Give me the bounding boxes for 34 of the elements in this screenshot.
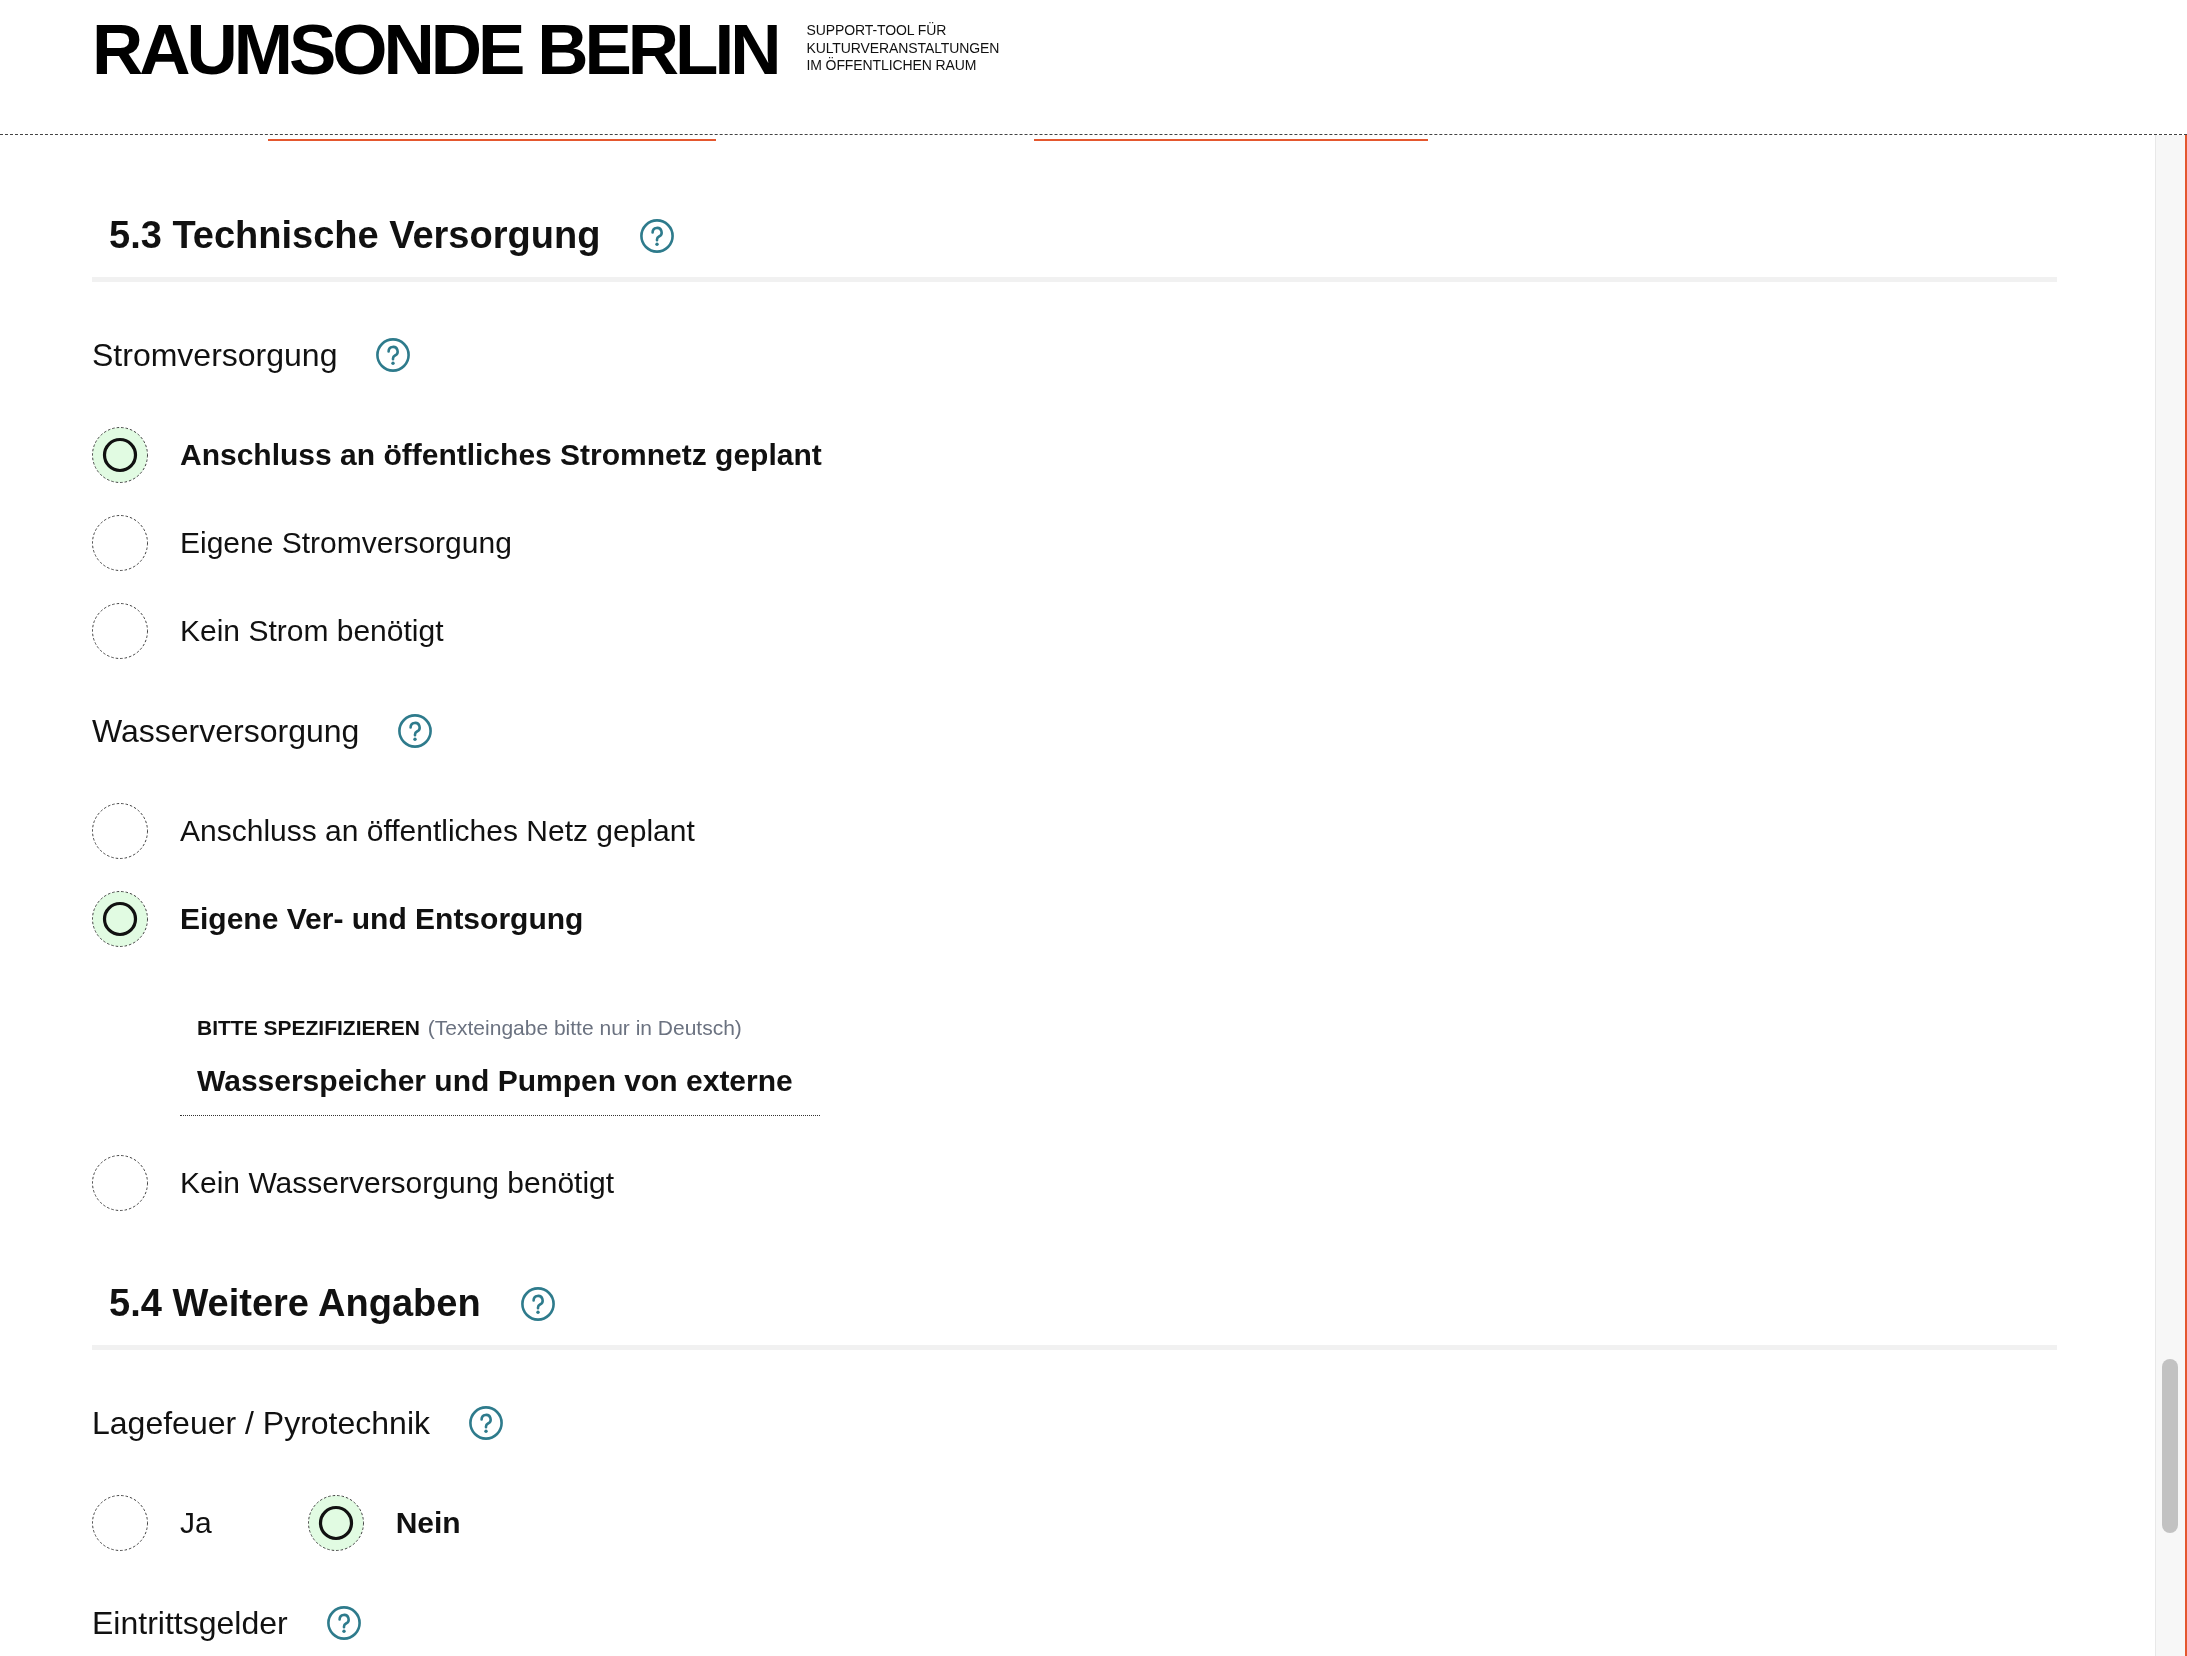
scrollbar-thumb[interactable] <box>2162 1359 2178 1533</box>
radio-button[interactable] <box>307 1495 364 1551</box>
site-tagline: SUPPORT-TOOL FÜR KULTURVERANSTALTUNGEN IM ÖFFENTLICHEN RAUM <box>806 22 1000 75</box>
option-label[interactable]: Anschluss an öffentliches Netz geplant <box>180 813 695 849</box>
option-label[interactable]: Kein Wasserversorgung benötigt <box>180 1165 615 1201</box>
text-input[interactable]: Wasserspeicher und Pumpen von externe <box>180 1057 820 1116</box>
field-label: Wasserversorgung <box>92 711 360 751</box>
site-logo[interactable]: RAUMSONDE BERLIN <box>92 14 778 85</box>
radio-button[interactable] <box>92 803 148 859</box>
option-label[interactable]: Ja <box>180 1505 212 1541</box>
help-icon[interactable] <box>376 338 411 372</box>
option-label[interactable]: Anschluss an öffentliches Stromnetz geplant <box>180 437 822 473</box>
input-label: BITTE SPEZIFIZIEREN <box>197 1016 420 1040</box>
option-label[interactable]: Eigene Stromversorgung <box>180 525 512 561</box>
help-icon[interactable] <box>398 714 433 748</box>
help-icon[interactable] <box>520 1287 555 1321</box>
radio-button[interactable] <box>92 891 148 947</box>
radio-button[interactable] <box>92 1155 148 1211</box>
option-label[interactable]: Nein <box>395 1505 461 1541</box>
help-icon[interactable] <box>640 219 675 253</box>
field-label: Lagefeuer / Pyrotechnik <box>92 1403 430 1443</box>
input-hint: (Texteingabe bitte nur in Deutsch) <box>427 1016 742 1040</box>
help-icon[interactable] <box>469 1406 503 1440</box>
radio-button[interactable] <box>92 603 148 659</box>
help-icon[interactable] <box>326 1606 361 1640</box>
field-label: Eintrittsgelder <box>92 1603 288 1643</box>
field-label: Stromversorgung <box>92 335 338 375</box>
option-label[interactable]: Eigene Ver- und Entsorgung <box>180 901 584 937</box>
radio-button[interactable] <box>92 515 148 571</box>
section-title: 5.3 Technische Versorgung <box>109 213 601 259</box>
radio-button[interactable] <box>92 1495 148 1551</box>
radio-button[interactable] <box>92 427 148 483</box>
section-title: 5.4 Weitere Angaben <box>109 1281 481 1327</box>
option-label[interactable]: Kein Strom benötigt <box>180 613 444 649</box>
